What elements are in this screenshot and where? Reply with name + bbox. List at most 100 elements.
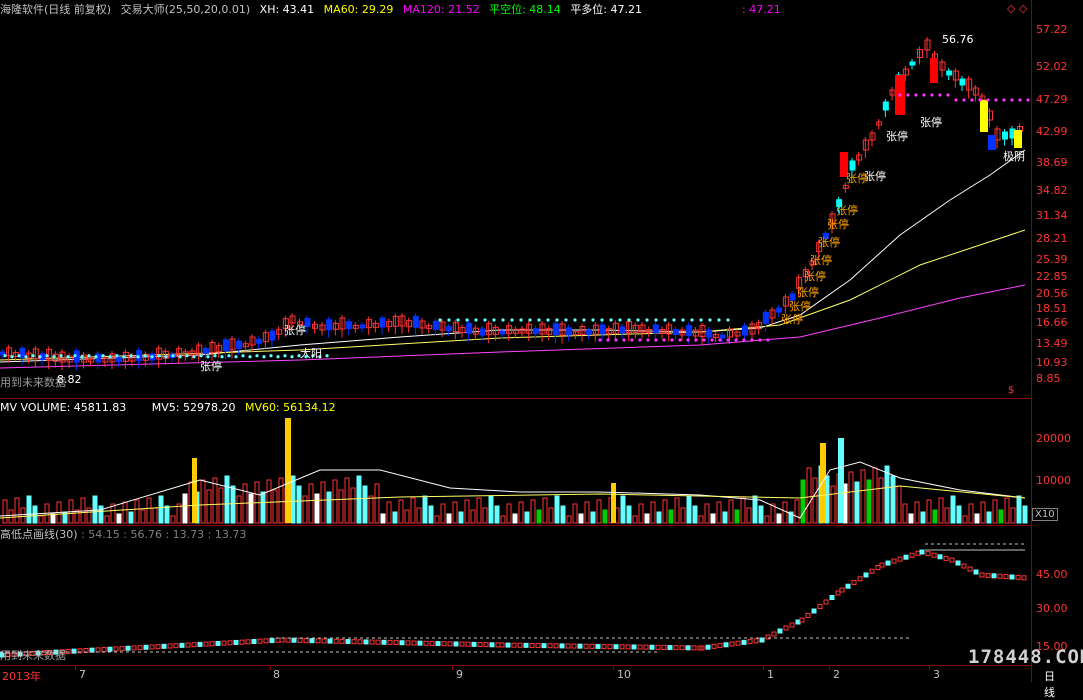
- hl-candle: [839, 587, 845, 593]
- hl-candle: [517, 642, 523, 648]
- time-divider: [75, 666, 76, 670]
- trail-dot: [627, 318, 631, 322]
- volume-bar: [572, 503, 578, 524]
- volume-bar: [548, 507, 554, 524]
- volume-bar: [356, 475, 362, 524]
- trail-dot: [898, 93, 902, 97]
- hl-candle: [303, 638, 309, 644]
- hl-candle: [691, 645, 697, 651]
- trail-dot: [283, 354, 287, 358]
- volume-bar: [644, 513, 650, 524]
- volume-bar: [740, 497, 746, 524]
- hl-candle: [673, 645, 679, 651]
- period-label[interactable]: 日线: [1044, 668, 1055, 700]
- hl-candle: [405, 640, 411, 646]
- volume-bar: [716, 501, 722, 524]
- hl-candle: [851, 580, 857, 585]
- hl-candle: [583, 643, 589, 649]
- hl-candle: [107, 646, 113, 652]
- volume-bar: [230, 485, 236, 524]
- highlight-candle: [1014, 130, 1022, 148]
- trail-dot: [38, 355, 42, 359]
- volume-bar: [524, 511, 530, 524]
- volume-bar: [668, 509, 674, 524]
- volume-bar: [434, 515, 440, 524]
- candle-body: [446, 326, 453, 332]
- volume-bar: [236, 495, 242, 524]
- volume-bar: [692, 505, 698, 524]
- hl-candle: [845, 583, 851, 589]
- trail-dot: [1026, 98, 1030, 102]
- hl-candle: [387, 639, 393, 645]
- candle-body: [236, 340, 243, 349]
- trail-dot: [537, 318, 541, 322]
- trail-dot: [546, 318, 550, 322]
- volume-bar: [926, 499, 932, 524]
- hl-candle: [309, 638, 315, 644]
- trail-dot: [930, 93, 934, 97]
- trail-dot: [978, 98, 982, 102]
- chart-canvas[interactable]: [0, 0, 1031, 665]
- trail-dot: [456, 318, 460, 322]
- candle-body: [359, 324, 366, 329]
- volume-bar: [956, 505, 962, 524]
- hl-candle: [909, 552, 915, 558]
- hl-candle: [209, 641, 215, 647]
- volume-bar: [674, 497, 680, 524]
- trail-dot: [672, 318, 676, 322]
- volume-bar: [584, 501, 590, 524]
- candle-body: [432, 320, 439, 330]
- hl-candle: [795, 619, 801, 625]
- hl-candle: [167, 643, 173, 649]
- trail-dot: [662, 338, 666, 342]
- trail-dot: [708, 318, 712, 322]
- trail-dot: [255, 354, 259, 358]
- candle-body: [909, 61, 916, 66]
- volume-bar: [1004, 497, 1010, 524]
- volume-bar: [800, 479, 806, 524]
- trail-dot: [10, 355, 14, 359]
- hl-candle: [625, 644, 631, 650]
- price-tick: 20.56: [1036, 287, 1068, 300]
- time-label: 3: [933, 668, 940, 681]
- volume-bar: [470, 509, 476, 524]
- trail-dot: [954, 98, 958, 102]
- candle-body: [1002, 131, 1008, 140]
- volume-bar: [398, 499, 404, 524]
- volume-bar: [182, 493, 188, 524]
- volume-bar: [680, 507, 686, 524]
- trail-dot: [606, 338, 610, 342]
- hl-candle: [351, 639, 357, 645]
- trail-dot: [645, 318, 649, 322]
- volume-bar: [494, 505, 500, 524]
- hl-candle: [771, 631, 777, 637]
- volume-bar: [890, 475, 896, 524]
- hl-candle: [435, 641, 441, 647]
- trail-dot: [555, 318, 559, 322]
- hl-candle: [799, 617, 805, 623]
- volume-bar: [746, 507, 752, 524]
- volume-bar: [206, 489, 212, 524]
- hl-candle: [221, 640, 227, 646]
- volume-bar: [698, 515, 704, 524]
- hl-candle: [465, 641, 471, 647]
- time-label: 8: [273, 668, 280, 681]
- volume-bar: [908, 513, 914, 524]
- candle-body: [379, 317, 386, 328]
- trail-dot: [766, 338, 770, 342]
- trail-dot: [276, 355, 280, 359]
- hl-candle: [297, 637, 303, 643]
- volume-bar: [140, 509, 146, 524]
- hl-candle: [275, 637, 281, 643]
- volume-bar: [326, 491, 332, 524]
- hl-candle: [101, 647, 107, 653]
- volume-bar: [980, 501, 986, 524]
- trail-dot: [17, 354, 21, 358]
- trail-dot: [325, 354, 329, 358]
- volume-bar: [368, 495, 374, 524]
- trail-dot: [52, 355, 56, 359]
- hl-candle: [869, 568, 875, 574]
- limit-up-label: 张停: [200, 360, 222, 373]
- volume-tick: 10000: [1036, 474, 1071, 487]
- volume-bar: [560, 505, 566, 524]
